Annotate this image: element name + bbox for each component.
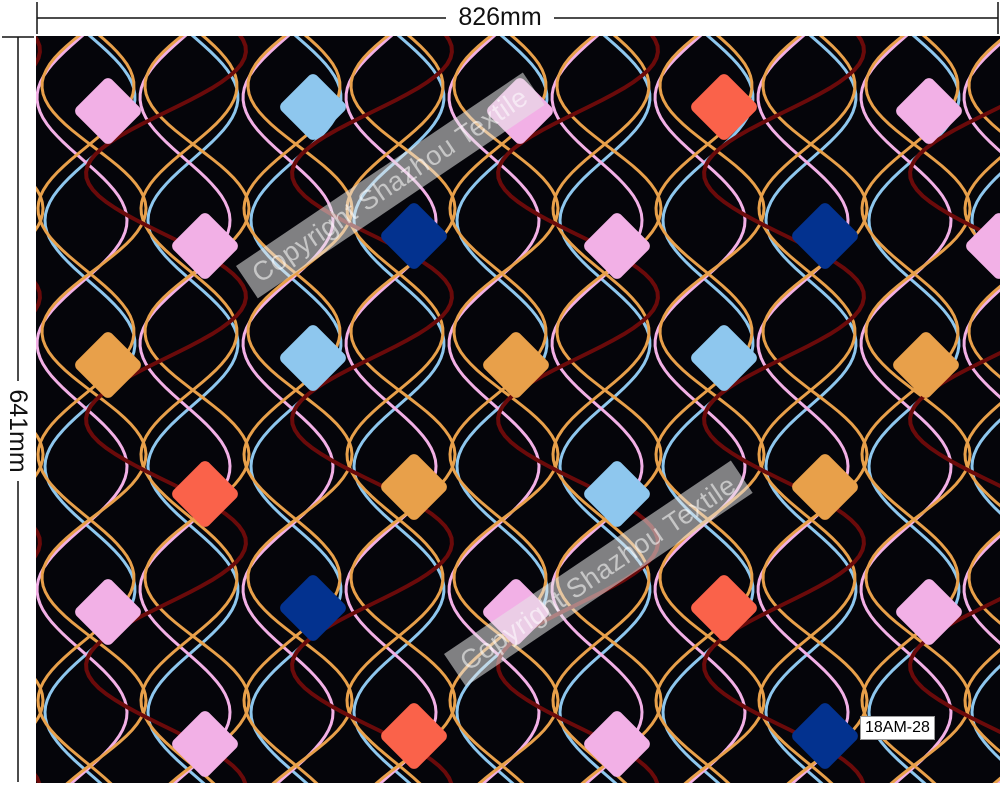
pattern-canvas <box>36 36 1000 783</box>
wave-line-blue <box>558 36 652 783</box>
pattern-code-label: 18AM-28 <box>860 716 935 740</box>
wave-line-blue <box>764 36 858 783</box>
wave-line-darkred <box>36 36 42 783</box>
diamond-motif <box>691 575 757 641</box>
wave-line-darkred <box>84 36 248 783</box>
diamond-motif <box>483 332 549 398</box>
wave-line-orange <box>143 36 251 783</box>
diamond-motif <box>893 332 959 398</box>
diamond-motif <box>381 703 447 769</box>
wave-line-orange <box>864 36 972 783</box>
diamond-motif <box>381 203 447 269</box>
wave-line-orange <box>246 36 354 783</box>
wave-line-orange <box>658 36 766 783</box>
wave-line-orange <box>40 36 148 783</box>
height-label: 641mm <box>3 381 33 481</box>
fabric-pattern: Copyright Shazhou Textile Copyright Shaz… <box>36 36 1000 783</box>
diamond-motif <box>792 203 858 269</box>
diamond-motif <box>792 703 858 769</box>
wave-line-orange <box>36 185 45 724</box>
height-dimension: 641mm <box>0 36 36 783</box>
width-label: 826mm <box>0 2 1000 32</box>
diamond-motif <box>280 575 346 641</box>
wave-line-darkred <box>496 36 660 783</box>
wave-line-orange <box>555 36 663 783</box>
wave-line-darkred <box>702 36 866 783</box>
wave-line-blue <box>146 36 240 783</box>
wave-line-orange <box>761 36 869 783</box>
width-dimension: 826mm <box>0 0 1000 36</box>
diamond-motif <box>896 579 962 645</box>
